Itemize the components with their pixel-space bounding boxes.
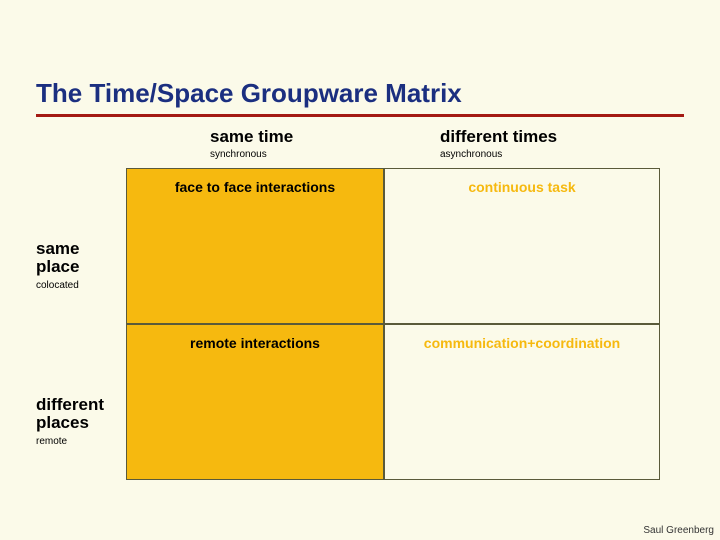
row-header-sub: colocated [36, 280, 79, 291]
cell-different-times-different-places: communication+coordination [384, 324, 660, 480]
row-header-main-line1: different [36, 396, 104, 414]
column-header-sub: synchronous [210, 149, 293, 160]
row-header-sub: remote [36, 436, 104, 447]
title-underline [36, 114, 684, 117]
cell-same-time-different-places: remote interactions [126, 324, 384, 480]
row-header-same-place: same place colocated [36, 240, 79, 291]
slide-title: The Time/Space Groupware Matrix [36, 78, 462, 109]
row-header-main-line2: place [36, 258, 79, 276]
column-header-different-times: different times asynchronous [440, 128, 557, 160]
column-header-main: different times [440, 128, 557, 147]
row-header-main-line2: places [36, 414, 104, 432]
column-header-main: same time [210, 128, 293, 147]
column-header-same-time: same time synchronous [210, 128, 293, 160]
row-header-different-places: different places remote [36, 396, 104, 447]
cell-different-times-same-place: continuous task [384, 168, 660, 324]
column-header-sub: asynchronous [440, 149, 557, 160]
cell-same-time-same-place: face to face interactions [126, 168, 384, 324]
row-header-main-line1: same [36, 240, 79, 258]
credit: Saul Greenberg [643, 525, 714, 536]
